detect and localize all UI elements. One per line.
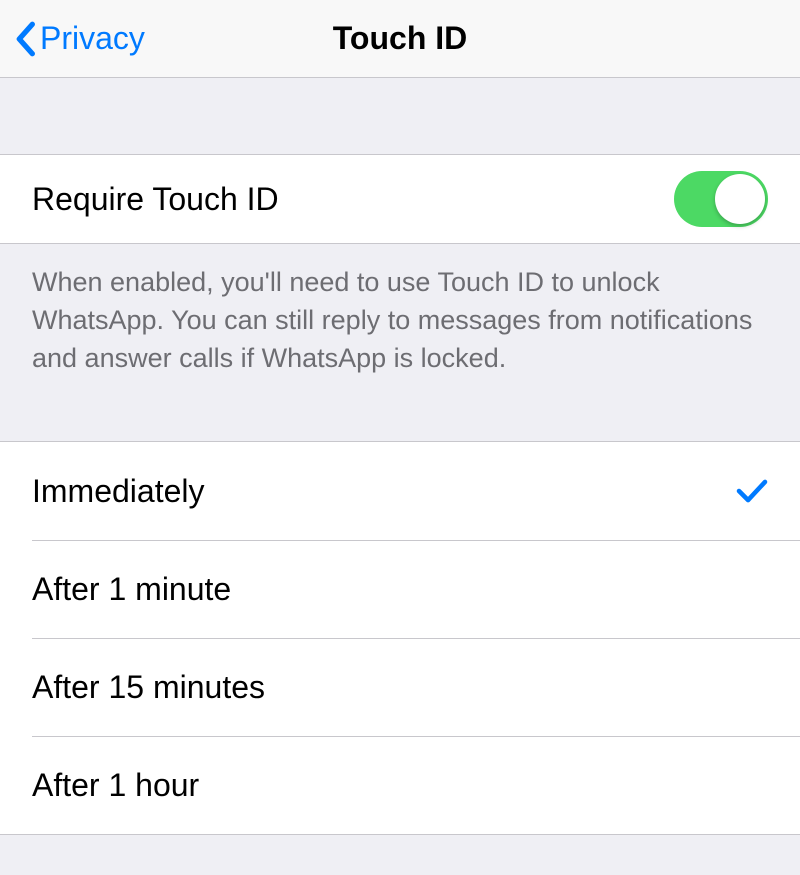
require-touch-id-toggle[interactable] [674, 171, 768, 227]
back-label: Privacy [40, 20, 145, 57]
checkmark-icon [736, 478, 768, 504]
option-after-1-minute[interactable]: After 1 minute [0, 540, 800, 638]
toggle-knob [715, 174, 765, 224]
section-gap [0, 78, 800, 154]
option-label: Immediately [32, 473, 205, 510]
require-touch-id-cell: Require Touch ID [0, 154, 800, 244]
option-label: After 1 hour [32, 767, 199, 804]
lock-timing-options: Immediately After 1 minute After 15 minu… [0, 441, 800, 835]
section-gap [0, 835, 800, 875]
page-title: Touch ID [333, 20, 468, 57]
back-button[interactable]: Privacy [14, 20, 145, 57]
section-footer-text: When enabled, you'll need to use Touch I… [0, 244, 800, 405]
option-immediately[interactable]: Immediately [0, 442, 800, 540]
option-label: After 1 minute [32, 571, 231, 608]
option-after-1-hour[interactable]: After 1 hour [0, 736, 800, 834]
navbar: Privacy Touch ID [0, 0, 800, 78]
option-label: After 15 minutes [32, 669, 265, 706]
chevron-left-icon [14, 21, 36, 57]
require-touch-id-label: Require Touch ID [32, 181, 279, 218]
option-after-15-minutes[interactable]: After 15 minutes [0, 638, 800, 736]
